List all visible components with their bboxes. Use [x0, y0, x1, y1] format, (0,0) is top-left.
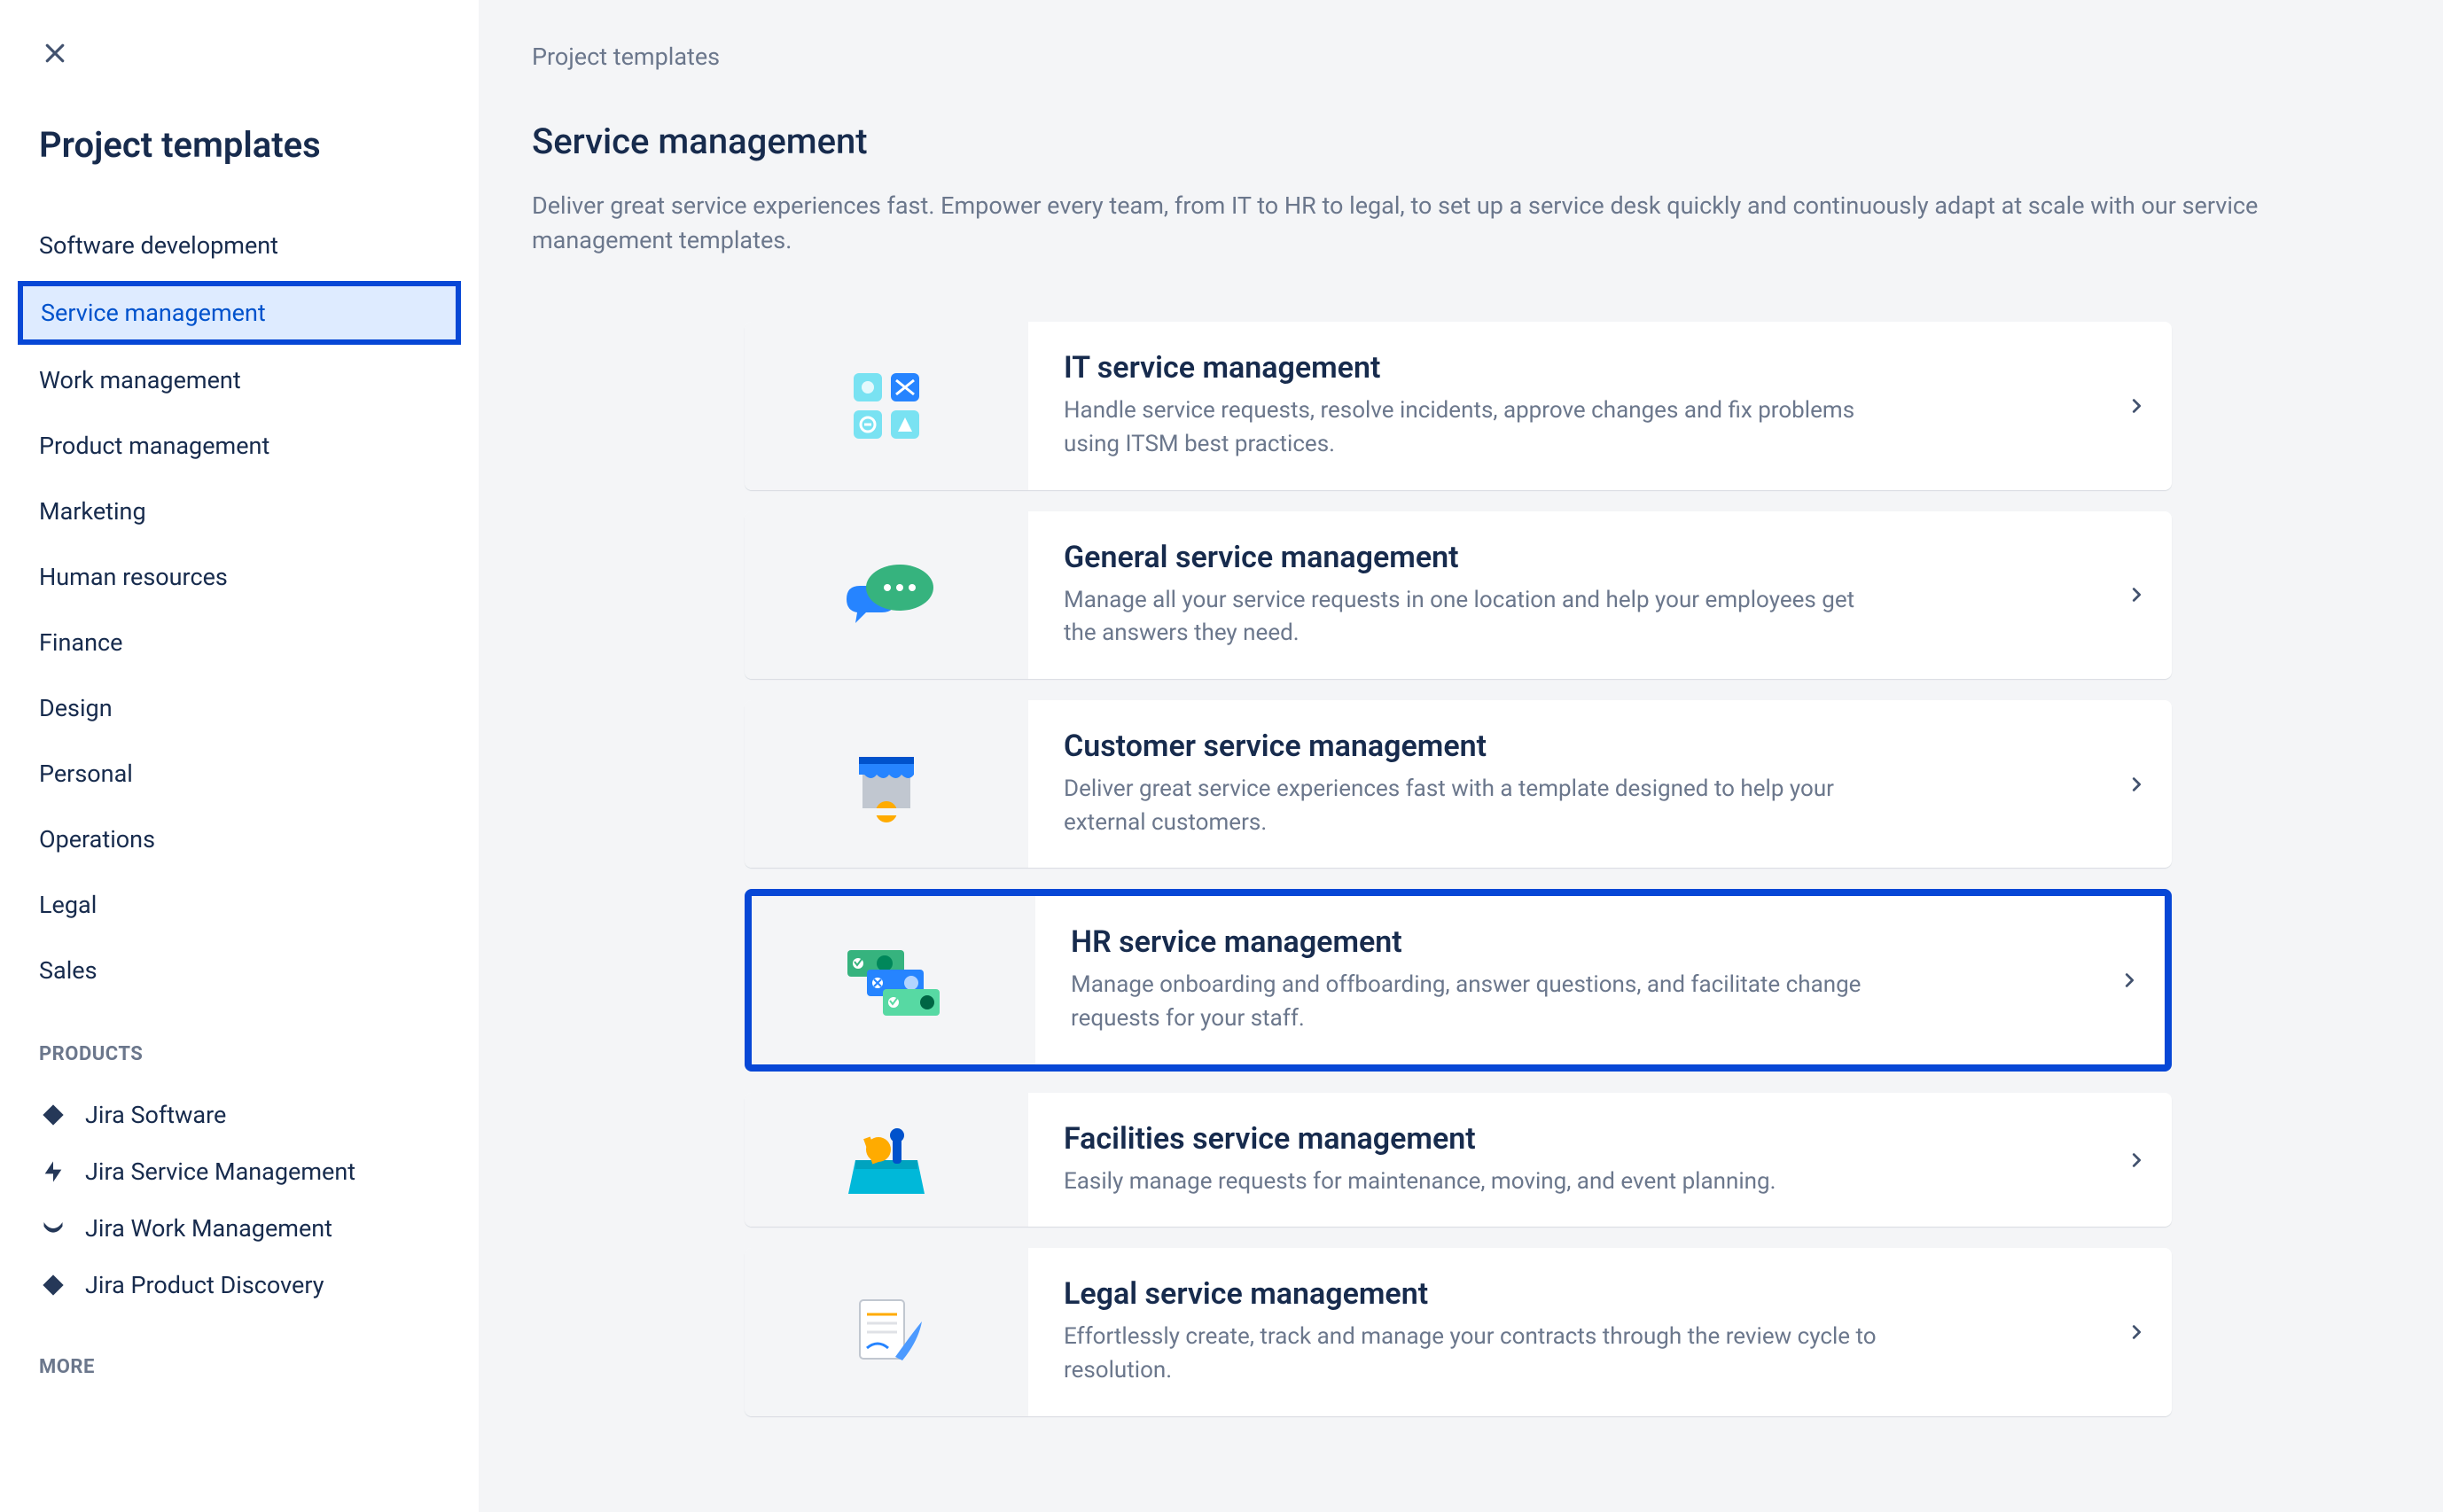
template-title: IT service management	[1064, 350, 2065, 386]
template-body: IT service management Handle service req…	[1028, 322, 2101, 489]
close-button[interactable]	[34, 32, 76, 74]
template-chevron	[2101, 1093, 2172, 1228]
product-label: Jira Work Management	[85, 1214, 332, 1243]
template-card-general-service-management[interactable]: General service management Manage all yo…	[745, 511, 2172, 679]
template-thumbnail	[745, 511, 1028, 679]
template-chevron	[2101, 511, 2172, 679]
category-software-development[interactable]: Software development	[18, 215, 461, 276]
chevron-right-icon	[2127, 1322, 2146, 1342]
template-body: Customer service management Deliver grea…	[1028, 700, 2101, 868]
storefront-icon	[838, 744, 935, 824]
products-list: Jira Software Jira Service Management Ji…	[18, 1087, 461, 1313]
template-thumbnail	[745, 1093, 1028, 1228]
template-card-legal-service-management[interactable]: Legal service management Effortlessly cr…	[745, 1248, 2172, 1415]
template-body: Legal service management Effortlessly cr…	[1028, 1248, 2101, 1415]
category-sales[interactable]: Sales	[18, 940, 461, 1001]
product-jira-software[interactable]: Jira Software	[18, 1087, 461, 1143]
template-description: Easily manage requests for maintenance, …	[1064, 1165, 1879, 1199]
sidebar-title: Project templates	[39, 124, 461, 166]
category-product-management[interactable]: Product management	[18, 416, 461, 476]
template-thumbnail	[752, 896, 1035, 1064]
document-quill-icon	[833, 1288, 940, 1376]
chevron-right-icon	[2127, 396, 2146, 416]
template-title: Legal service management	[1064, 1276, 2065, 1312]
template-title: General service management	[1064, 540, 2065, 575]
jira-service-management-icon	[39, 1157, 67, 1186]
template-title: HR service management	[1071, 924, 2058, 960]
template-chevron	[2101, 1248, 2172, 1415]
jira-product-discovery-icon	[39, 1271, 67, 1299]
template-description: Manage all your service requests in one …	[1064, 584, 1879, 651]
product-label: Jira Service Management	[85, 1157, 355, 1186]
jira-work-management-icon	[39, 1214, 67, 1243]
category-human-resources[interactable]: Human resources	[18, 547, 461, 607]
category-service-management[interactable]: Service management	[18, 281, 461, 345]
template-card-facilities-service-management[interactable]: Facilities service management Easily man…	[745, 1093, 2172, 1228]
chevron-right-icon	[2127, 585, 2146, 604]
chat-bubbles-icon	[829, 550, 944, 639]
category-operations[interactable]: Operations	[18, 809, 461, 869]
template-card-hr-service-management[interactable]: HR service management Manage onboarding …	[745, 889, 2172, 1071]
breadcrumb[interactable]: Project templates	[532, 43, 2390, 71]
category-finance[interactable]: Finance	[18, 612, 461, 673]
jira-software-icon	[39, 1101, 67, 1129]
template-card-it-service-management[interactable]: IT service management Handle service req…	[745, 322, 2172, 489]
main-content: Project templates Service management Del…	[479, 0, 2443, 1512]
chevron-right-icon	[2127, 1150, 2146, 1170]
template-body: HR service management Manage onboarding …	[1035, 896, 2094, 1064]
template-title: Facilities service management	[1064, 1121, 2065, 1157]
template-description: Effortlessly create, track and manage yo…	[1064, 1321, 1879, 1387]
template-chevron	[2101, 322, 2172, 489]
product-label: Jira Software	[85, 1101, 226, 1129]
template-thumbnail	[745, 700, 1028, 868]
product-label: Jira Product Discovery	[85, 1271, 324, 1299]
category-legal[interactable]: Legal	[18, 875, 461, 935]
template-description: Deliver great service experiences fast w…	[1064, 773, 1879, 839]
template-list: IT service management Handle service req…	[745, 322, 2172, 1416]
category-list: Software development Service management …	[18, 215, 461, 1001]
chevron-right-icon	[2127, 775, 2146, 794]
template-thumbnail	[745, 1248, 1028, 1415]
category-design[interactable]: Design	[18, 678, 461, 738]
template-chevron	[2094, 896, 2165, 1064]
more-section-label: MORE	[39, 1356, 461, 1378]
category-marketing[interactable]: Marketing	[18, 481, 461, 542]
template-thumbnail	[745, 322, 1028, 489]
product-jira-service-management[interactable]: Jira Service Management	[18, 1143, 461, 1200]
template-body: Facilities service management Easily man…	[1028, 1093, 2101, 1228]
hr-cards-icon	[831, 936, 956, 1025]
product-jira-work-management[interactable]: Jira Work Management	[18, 1200, 461, 1257]
itsm-icon	[838, 366, 935, 446]
page-title: Service management	[532, 121, 2390, 162]
template-description: Manage onboarding and offboarding, answe…	[1071, 969, 1886, 1035]
chevron-right-icon	[2119, 970, 2139, 990]
page-description: Deliver great service experiences fast. …	[532, 189, 2390, 258]
products-section-label: PRODUCTS	[39, 1043, 461, 1065]
template-title: Customer service management	[1064, 729, 2065, 764]
template-chevron	[2101, 700, 2172, 868]
template-description: Handle service requests, resolve inciden…	[1064, 394, 1879, 461]
category-work-management[interactable]: Work management	[18, 350, 461, 410]
template-card-customer-service-management[interactable]: Customer service management Deliver grea…	[745, 700, 2172, 868]
toolbox-icon	[829, 1116, 944, 1204]
product-jira-product-discovery[interactable]: Jira Product Discovery	[18, 1257, 461, 1313]
category-personal[interactable]: Personal	[18, 744, 461, 804]
template-body: General service management Manage all yo…	[1028, 511, 2101, 679]
sidebar: Project templates Software development S…	[0, 0, 479, 1512]
close-icon	[42, 40, 68, 66]
